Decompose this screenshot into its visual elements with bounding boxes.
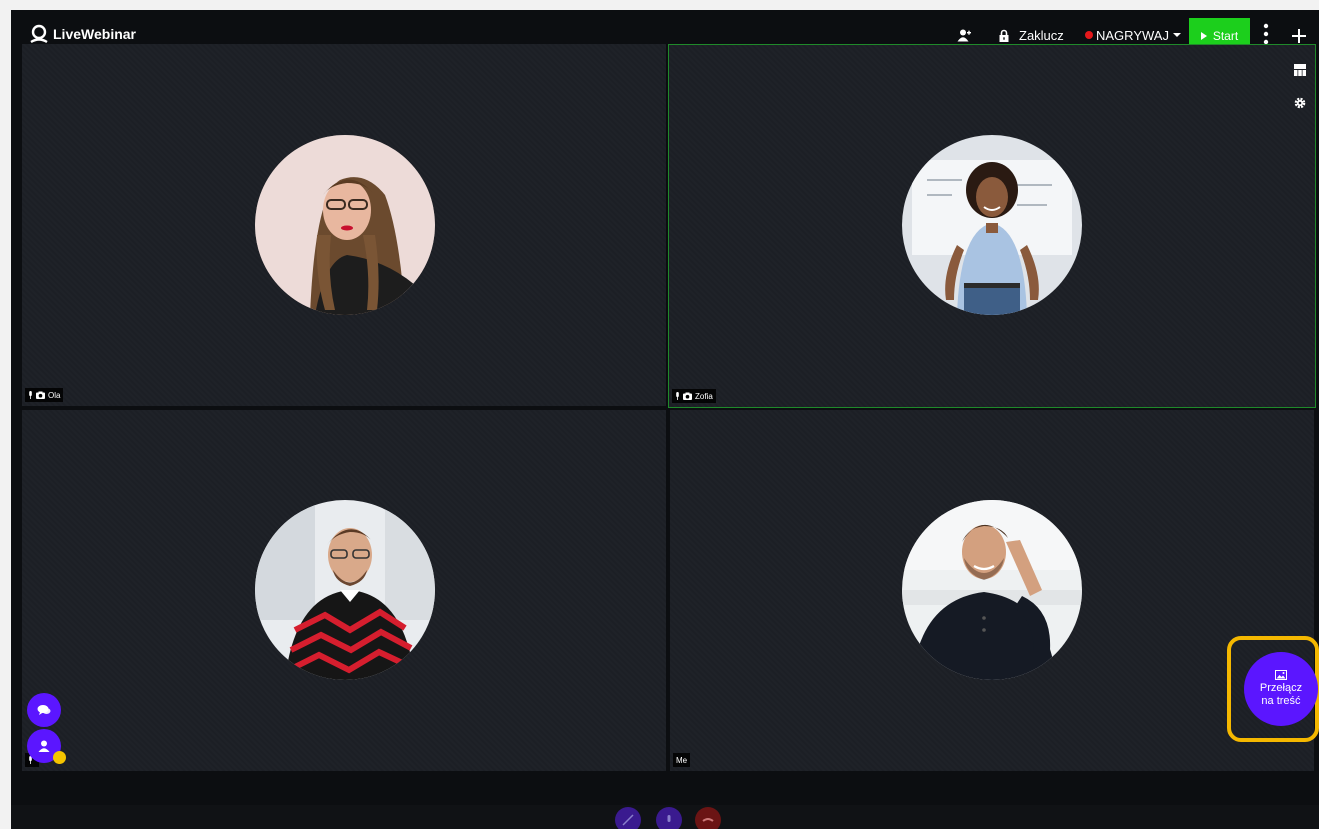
switch-label-line2: na treść: [1261, 695, 1301, 707]
avatar: [255, 135, 435, 315]
participant-name-tag: Zofia: [672, 389, 716, 403]
chevron-down-icon: [1172, 33, 1181, 37]
participant-photo: [902, 500, 1082, 680]
plus-icon: [1292, 29, 1306, 43]
participant-name-tag: Me: [673, 753, 691, 767]
play-icon: [1200, 32, 1207, 40]
participant-name-tag: Ola: [25, 388, 64, 402]
phone-hangup-icon: [702, 818, 714, 822]
avatar: [255, 500, 435, 680]
participant-photo: [255, 500, 435, 680]
participant-tile-zofia[interactable]: Zofia: [668, 44, 1316, 408]
microphone-button[interactable]: [656, 807, 682, 829]
switch-label-line1: Przełącz: [1259, 682, 1303, 694]
logo-icon: [30, 24, 48, 44]
app-window: LiveWebinar Zaklucz NAGRYWAJ Start Ola Z…: [11, 10, 1319, 829]
camera-off-button[interactable]: [615, 807, 641, 829]
chat-button[interactable]: [27, 693, 61, 727]
logo: LiveWebinar: [29, 24, 136, 44]
participant-tile-me[interactable]: Me: [670, 410, 1314, 771]
participant-photo: [255, 135, 435, 315]
participant-name: Me: [676, 755, 688, 765]
microphone-icon: [676, 392, 679, 400]
avatar: [902, 500, 1082, 680]
microphone-icon: [667, 815, 671, 822]
gear-icon[interactable]: [1294, 97, 1306, 109]
participant-tile-ola[interactable]: Ola: [22, 44, 666, 406]
user-icon: [38, 740, 50, 752]
participant-name: Ola: [48, 390, 61, 400]
add-button[interactable]: [1292, 26, 1306, 46]
start-label: Start: [1212, 29, 1239, 43]
camera-icon: [36, 391, 45, 399]
camera-off-icon: [622, 814, 634, 826]
record-label: NAGRYWAJ: [1096, 27, 1169, 43]
record-dot-icon: [1085, 31, 1093, 39]
lock-icon: [999, 29, 1009, 42]
logo-text: LiveWebinar: [53, 26, 136, 42]
participant-photo: [902, 135, 1082, 315]
camera-icon: [683, 392, 692, 400]
image-icon: [1275, 670, 1287, 680]
add-user-button[interactable]: [957, 25, 971, 45]
top-bar: LiveWebinar Zaklucz NAGRYWAJ Start: [11, 10, 1319, 54]
more-vertical-icon: [1263, 23, 1269, 45]
switch-to-content-button[interactable]: Przełącz na treść: [1244, 652, 1318, 726]
participant-tile-3[interactable]: [22, 410, 666, 771]
lock-button[interactable]: Zaklucz: [999, 25, 1064, 45]
notification-badge: [53, 751, 66, 764]
more-menu-button[interactable]: [1263, 23, 1269, 45]
microphone-icon: [29, 391, 32, 399]
layout-icon[interactable]: [1294, 64, 1306, 76]
add-user-icon: [957, 29, 971, 41]
chat-icon: [37, 705, 51, 715]
lock-label: Zaklucz: [1019, 27, 1064, 43]
hang-up-button[interactable]: [695, 807, 721, 829]
avatar: [902, 135, 1082, 315]
participant-name: Zofia: [695, 391, 713, 401]
record-button[interactable]: NAGRYWAJ: [1085, 25, 1181, 45]
